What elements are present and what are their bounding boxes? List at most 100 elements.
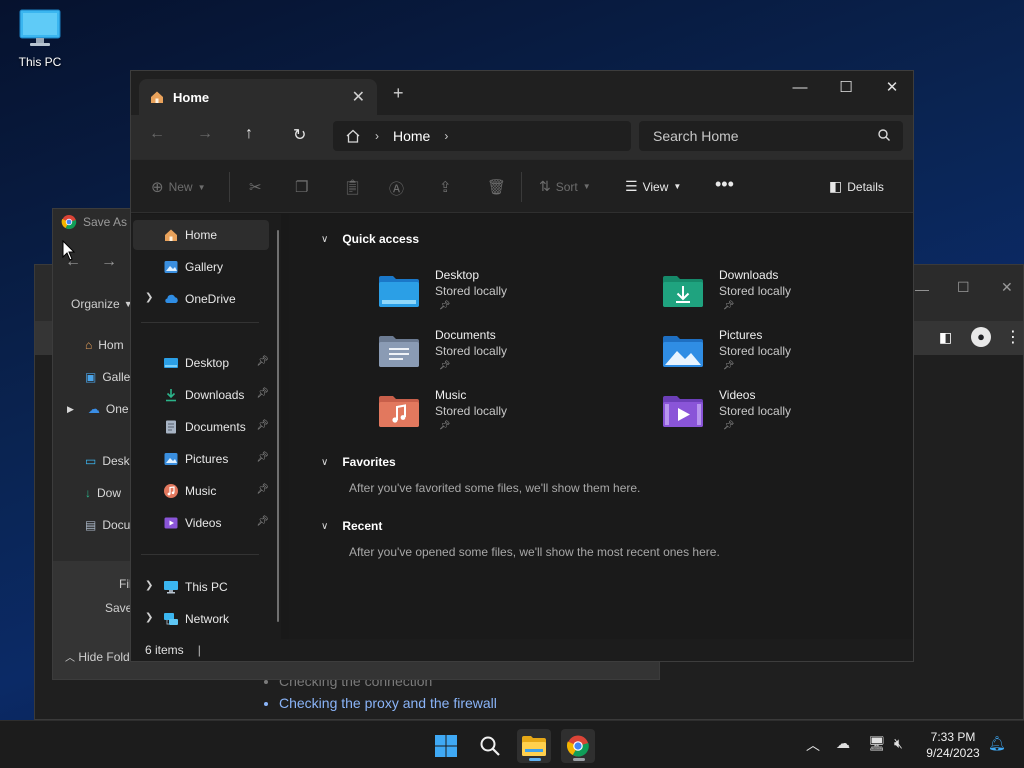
network-icon[interactable]: 🖥︎ [868,735,886,752]
breadcrumb-home[interactable]: Home [393,128,430,144]
refresh-icon[interactable]: ↻ [293,125,306,145]
chevron-right-icon[interactable]: ❯ [145,580,153,591]
section-recent[interactable]: ∨ Recent [321,519,382,533]
chrome-minimize-icon[interactable]: — [915,281,929,297]
item-location: Stored locally [435,344,508,358]
taskbar-file-explorer[interactable] [517,729,551,763]
quick-access-item-downloads[interactable]: Downloads Stored locally 📌︎ [661,268,901,324]
nav-item-downloads[interactable]: Downloads 📌︎ [133,380,269,410]
save-as-sidebar-onedrive[interactable]: ▶ ☁ One [53,393,131,425]
save-type-label: Save [105,601,133,615]
tab-close-icon[interactable]: ✕ [352,87,365,107]
quick-access-item-videos[interactable]: Videos Stored locally 📌︎ [661,388,901,444]
share-icon[interactable]: ⇪ [439,178,452,196]
profile-icon[interactable]: ● [971,327,991,347]
file-explorer-window[interactable]: Home ✕ + — ☐ ✕ ← → ↑ ↻ › Home › Search H… [130,70,914,662]
chrome-menu-icon[interactable]: ⋮ [1005,327,1021,347]
forward-icon[interactable]: → [197,125,213,143]
chevron-right-icon[interactable]: ❯ [145,612,153,623]
new-tab-icon[interactable]: + [393,83,404,104]
quick-access-item-music[interactable]: Music Stored locally 📌︎ [377,388,617,444]
up-icon[interactable]: ↑ [245,125,253,143]
tab-title: Home [173,89,210,105]
tab-home[interactable]: Home ✕ [139,79,377,115]
chevron-down-icon: ∨ [321,456,329,468]
nav-item-onedrive[interactable]: ❯ OneDrive [133,284,269,314]
home-icon: ⌂ [85,338,93,352]
nav-item-gallery[interactable]: Gallery [133,252,269,282]
section-quick-access[interactable]: ∨ Quick access [321,232,419,246]
address-bar[interactable]: › Home › [333,121,631,151]
pin-icon: 📌︎ [256,356,269,367]
save-as-sidebar-home[interactable]: ⌂ Hom [53,329,131,361]
view-button[interactable]: ☰ View ▼ [625,178,681,195]
download-icon [166,389,176,402]
close-window-icon[interactable]: ✕ [869,71,915,103]
delete-icon[interactable]: 🗑︎ [487,178,506,196]
maximize-icon[interactable]: ☐ [823,71,869,103]
save-as-sidebar-documents[interactable]: ▤ Docu [53,509,131,541]
search-button[interactable] [473,729,507,763]
hide-folders-button[interactable]: ︿ Hide Fold [65,649,130,664]
pictures-folder-icon [663,336,703,367]
documents-folder-icon [379,336,419,367]
nav-item-label: Home [185,228,218,242]
nav-scrollbar[interactable] [277,230,279,622]
section-favorites[interactable]: ∨ Favorites [321,455,396,469]
notification-bell-icon[interactable]: 🔔︎ [988,735,1006,752]
chevron-down-icon: ▼ [197,182,206,192]
details-label: Details [847,179,884,194]
nav-item-desktop[interactable]: Desktop 📌︎ [133,348,269,378]
save-as-sidebar-label: Galle [102,370,131,384]
sort-button[interactable]: ⇅ Sort ▼ [539,178,591,195]
clock[interactable]: 7:33 PM 9/24/2023 [920,729,986,761]
chevron-right-icon[interactable]: ❯ [145,292,153,303]
pin-icon: 📌︎ [256,484,269,495]
nav-item-network[interactable]: ❯ Network [133,604,269,634]
minimize-icon[interactable]: — [777,71,823,103]
chrome-close-icon[interactable]: ✕ [1001,279,1013,296]
start-button[interactable] [429,729,463,763]
navigation-pane: Home Gallery ❯ OneDrive Desktop 📌︎ Downl… [131,214,281,639]
save-as-sidebar-desktop[interactable]: ▭ Desk [53,445,131,477]
back-icon[interactable]: ← [149,125,165,143]
save-as-sidebar-downloads[interactable]: ↓ Dow [53,477,131,509]
nav-item-label: Music [185,484,217,498]
nav-item-pictures[interactable]: Pictures 📌︎ [133,444,269,474]
save-as-sidebar-gallery[interactable]: ▣ Galle [53,361,131,393]
desktop-icon-this-pc[interactable]: This PC [10,8,70,69]
nav-item-label: Network [185,612,230,626]
rename-icon[interactable]: Ⓐ [389,178,404,199]
cut-icon[interactable]: ✂ [249,178,262,196]
volume-muted-icon[interactable]: 🔇︎ [894,735,903,752]
taskbar-chrome[interactable] [561,729,595,763]
quick-access-item-documents[interactable]: Documents Stored locally 📌︎ [377,328,617,384]
new-button[interactable]: ⊕ New ▼ [151,178,206,196]
nav-item-videos[interactable]: Videos 📌︎ [133,508,269,538]
quick-access-item-desktop[interactable]: Desktop Stored locally 📌︎ [377,268,617,324]
explorer-tab-bar: Home ✕ + — ☐ ✕ [131,71,913,115]
more-options-icon[interactable]: ••• [715,174,734,195]
show-hidden-icons-chevron-icon[interactable]: ︿ [806,735,820,755]
item-location: Stored locally [435,284,508,298]
item-location: Stored locally [435,404,508,418]
breadcrumb-chevron-icon[interactable]: › [444,129,448,143]
onedrive-offline-icon[interactable]: ☁ [836,735,850,752]
item-count: 6 items [145,643,184,657]
nav-item-documents[interactable]: Documents 📌︎ [133,412,269,442]
nav-item-home[interactable]: Home [133,220,269,250]
details-button[interactable]: ◧ Details [829,178,884,195]
nav-item-label: Desktop [185,356,230,370]
search-input[interactable]: Search Home [639,121,903,151]
gallery-icon: ▣ [85,370,97,384]
save-as-forward-icon[interactable]: → [101,253,117,271]
chrome-maximize-icon[interactable]: ☐ [957,279,970,296]
nav-item-this-pc[interactable]: ❯ This PC [133,572,269,602]
nav-item-music[interactable]: Music 📌︎ [133,476,269,506]
tip-check-proxy-link[interactable]: Checking the proxy and the firewall [279,695,497,711]
paste-icon[interactable]: 📋︎ [343,178,362,196]
quick-access-item-pictures[interactable]: Pictures Stored locally 📌︎ [661,328,901,384]
copy-icon[interactable]: ❐ [295,178,308,196]
side-panel-icon[interactable]: ◧ [939,329,952,346]
nav-item-label: Documents [185,420,246,434]
